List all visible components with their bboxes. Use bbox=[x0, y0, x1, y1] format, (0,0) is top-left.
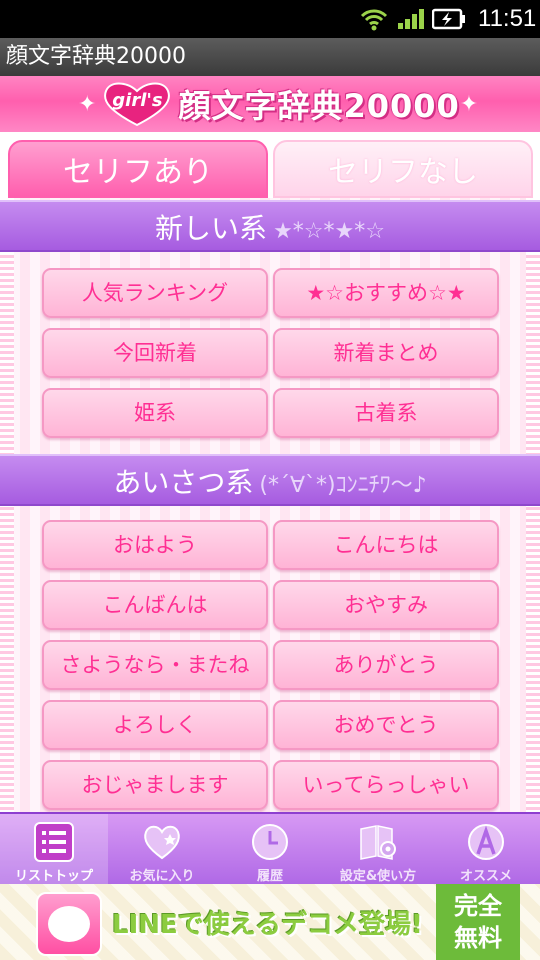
category-button[interactable]: 姫系 bbox=[42, 388, 268, 438]
wifi-icon bbox=[360, 7, 388, 35]
ad-banner[interactable]: LINEで使えるデコメ登場! 完全 無料 bbox=[0, 884, 540, 960]
nav-list-top[interactable]: リストトップ bbox=[0, 814, 108, 884]
category-button[interactable]: 人気ランキング bbox=[42, 268, 268, 318]
category-button[interactable]: こんにちは bbox=[273, 520, 499, 570]
ad-free-line2: 無料 bbox=[454, 924, 502, 952]
nav-recommend[interactable]: オススメ bbox=[432, 814, 540, 884]
category-button[interactable]: こんばんは bbox=[42, 580, 268, 630]
nav-history[interactable]: 履歴 bbox=[216, 814, 324, 884]
banner-title: 顔文字辞典20000 bbox=[178, 87, 460, 125]
ad-text: LINEで使えるデコメ登場! bbox=[112, 910, 423, 940]
nav-label: リストトップ bbox=[14, 869, 93, 884]
recommend-icon bbox=[466, 822, 506, 862]
category-button[interactable]: よろしく bbox=[42, 700, 268, 750]
category-button[interactable]: いってらっしゃい bbox=[273, 760, 499, 810]
heart-logo-label: girl's bbox=[112, 90, 163, 111]
section-header-new: 新しい系 ★*☆*★*☆ bbox=[0, 200, 540, 252]
nav-label: オススメ bbox=[459, 869, 512, 884]
signal-icon bbox=[398, 9, 426, 33]
clock-icon bbox=[250, 822, 290, 862]
category-button[interactable]: ★☆おすすめ☆★ bbox=[273, 268, 499, 318]
nav-settings-help[interactable]: 設定&使い方 bbox=[324, 814, 432, 884]
tab-bar: セリフあり セリフなし bbox=[0, 132, 540, 330]
category-list[interactable]: 新しい系 ★*☆*★*☆ 人気ランキング ★☆おすすめ☆★ 今回新着 新着まとめ … bbox=[0, 198, 540, 812]
category-button[interactable]: おじゃまします bbox=[42, 760, 268, 810]
tab-without-lines[interactable]: セリフなし bbox=[273, 140, 533, 198]
app-banner: ✦ girl's 顔文字辞典20000 ✦ bbox=[0, 76, 540, 132]
nav-label: 履歴 bbox=[256, 869, 283, 884]
book-gear-icon bbox=[358, 822, 398, 862]
category-button[interactable]: 新着まとめ bbox=[273, 328, 499, 378]
category-button[interactable]: ありがとう bbox=[273, 640, 499, 690]
app-title: 顔文字辞典20000 bbox=[6, 44, 186, 69]
category-button[interactable]: おめでとう bbox=[273, 700, 499, 750]
heart-icon bbox=[142, 822, 182, 862]
section-deco: (*´∀`*)ｺﾝﾆﾁﾜ〜♪ bbox=[259, 473, 427, 498]
clock-time: 11:51 bbox=[478, 5, 537, 32]
tab-with-lines[interactable]: セリフあり bbox=[8, 140, 268, 198]
section-title: あいさつ系 bbox=[113, 466, 254, 499]
category-button[interactable]: おやすみ bbox=[273, 580, 499, 630]
category-button[interactable]: おはよう bbox=[42, 520, 268, 570]
nav-label: 設定&使い方 bbox=[339, 869, 417, 884]
section-title: 新しい系 bbox=[155, 212, 268, 245]
sparkle-icon: ✦ bbox=[78, 91, 97, 117]
ad-app-icon bbox=[36, 892, 102, 956]
category-button[interactable]: さようなら・またね bbox=[42, 640, 268, 690]
section-header-greetings: あいさつ系 (*´∀`*)ｺﾝﾆﾁﾜ〜♪ bbox=[0, 454, 540, 506]
category-button[interactable]: 今回新着 bbox=[42, 328, 268, 378]
category-button[interactable]: 古着系 bbox=[273, 388, 499, 438]
heart-logo: girl's bbox=[100, 81, 174, 127]
ad-free-badge: 完全 無料 bbox=[436, 884, 520, 960]
app-title-bar: 顔文字辞典20000 bbox=[0, 38, 540, 76]
cat-face-icon bbox=[48, 906, 90, 942]
sparkle-icon: ✦ bbox=[459, 91, 479, 117]
status-bar: 11:51 bbox=[0, 0, 540, 38]
nav-favorites[interactable]: お気に入り bbox=[108, 814, 216, 884]
bottom-nav: リストトップ お気に入り 履歴 設定&使い方 オススメ bbox=[0, 812, 540, 884]
ad-free-line1: 完全 bbox=[454, 892, 502, 920]
nav-label: お気に入り bbox=[129, 869, 195, 884]
section-deco: ★*☆*★*☆ bbox=[273, 219, 385, 244]
list-icon bbox=[34, 822, 74, 862]
battery-charging-icon bbox=[431, 8, 466, 34]
